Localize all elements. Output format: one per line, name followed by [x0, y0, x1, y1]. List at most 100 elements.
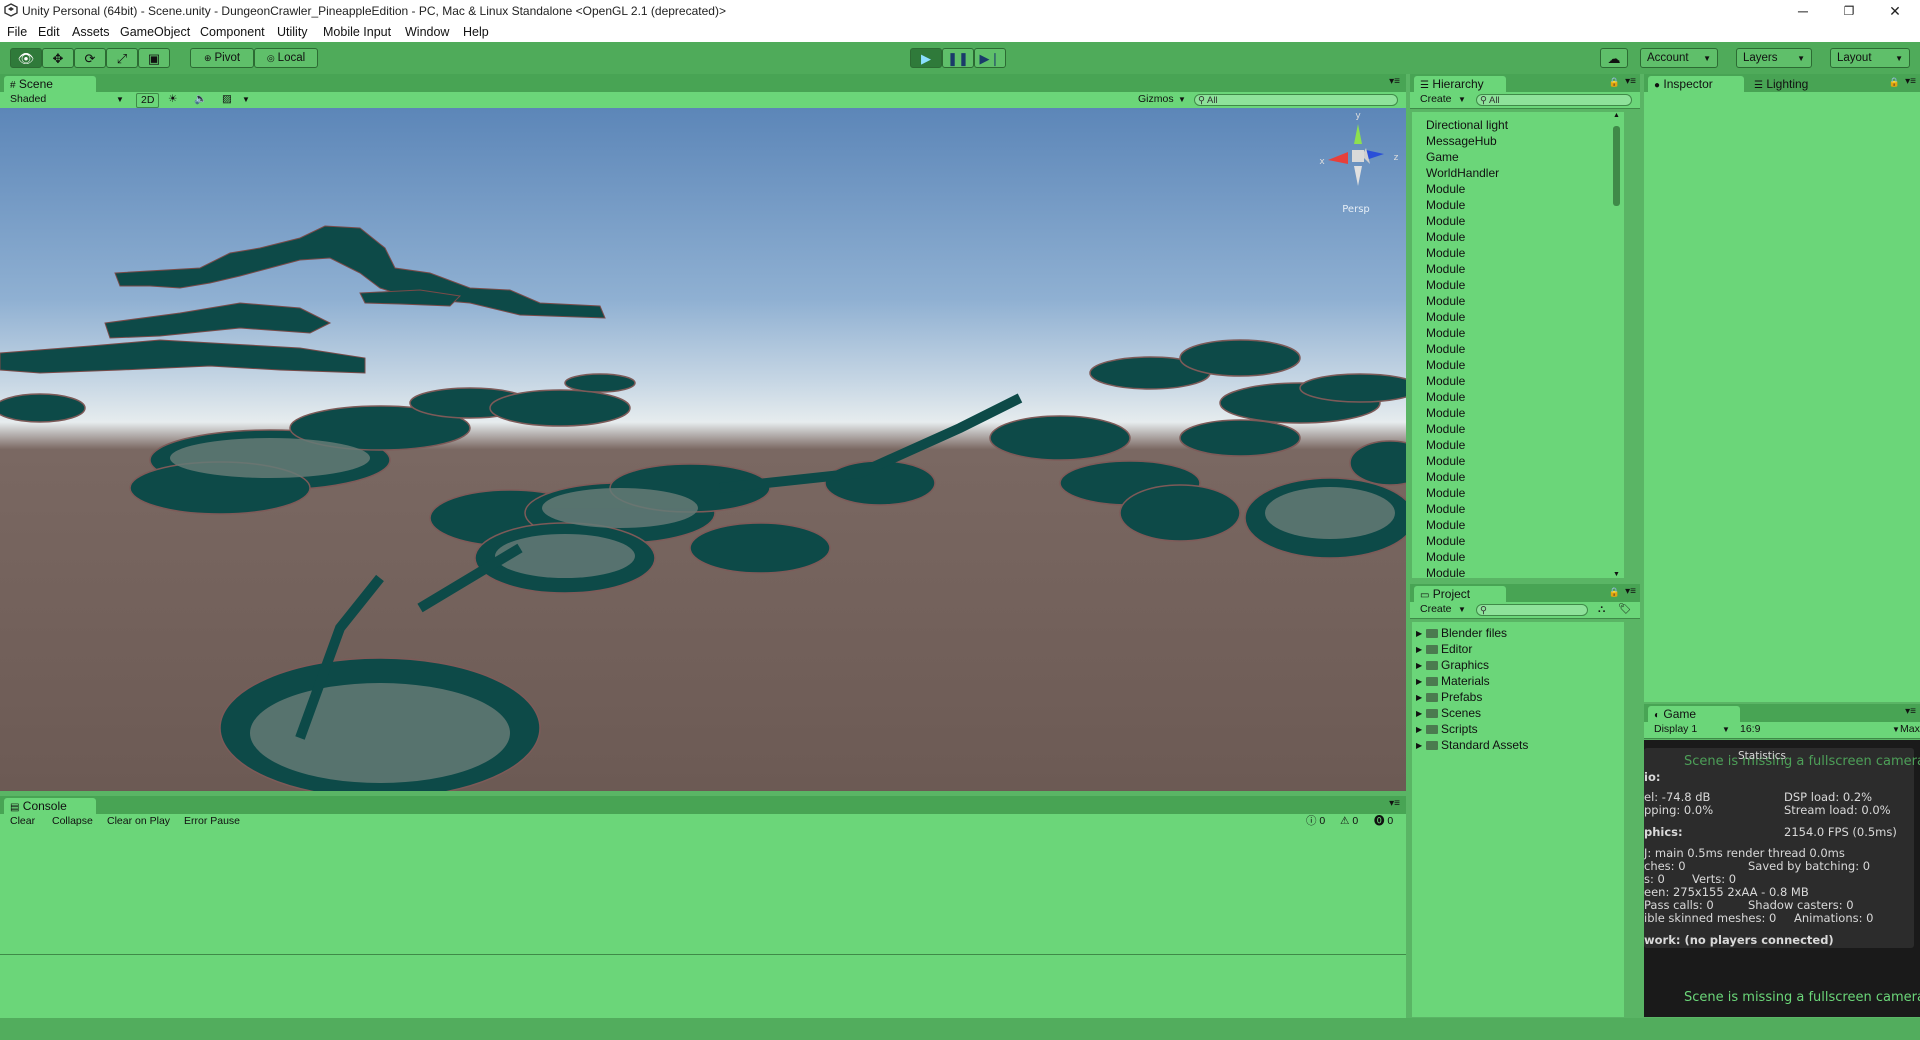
project-create-dropdown[interactable]: Create: [1420, 603, 1452, 616]
expand-arrow-icon[interactable]: ▶: [1416, 629, 1422, 638]
console-error-pause-button[interactable]: Error Pause: [184, 815, 240, 828]
hierarchy-item[interactable]: WorldHandler: [1426, 166, 1499, 180]
expand-arrow-icon[interactable]: ▶: [1416, 725, 1422, 734]
hierarchy-item[interactable]: Directional light: [1426, 118, 1508, 132]
tab-lighting[interactable]: ☰ Lighting: [1748, 76, 1834, 92]
tab-game[interactable]: ◐ Game: [1648, 706, 1740, 722]
tab-project[interactable]: ▭ Project: [1414, 586, 1506, 602]
rotate-tool-button[interactable]: ⟳: [74, 48, 106, 68]
aspect-dropdown[interactable]: 16:9: [1740, 723, 1760, 736]
scroll-down-icon[interactable]: ▼: [1613, 571, 1620, 578]
hierarchy-item[interactable]: Module: [1426, 310, 1465, 324]
move-tool-button[interactable]: ✥: [42, 48, 74, 68]
restore-button[interactable]: ❐: [1826, 0, 1872, 22]
hierarchy-item[interactable]: Module: [1426, 358, 1465, 372]
account-dropdown[interactable]: Account ▼: [1640, 48, 1718, 68]
hierarchy-item[interactable]: Module: [1426, 390, 1465, 404]
project-folder-tree[interactable]: ▶ Blender files ▶ Editor ▶ Graphics ▶ Materials…: [1412, 622, 1624, 1017]
minimize-button[interactable]: ─: [1780, 0, 1826, 22]
hierarchy-item[interactable]: Module: [1426, 182, 1465, 196]
info-filter-toggle[interactable]: ⓘ 0: [1306, 815, 1325, 828]
hierarchy-item[interactable]: Module: [1426, 502, 1465, 516]
panel-menu-icon[interactable]: ▾≡: [1389, 76, 1400, 87]
hierarchy-item[interactable]: Module: [1426, 566, 1465, 578]
close-button[interactable]: ✕: [1872, 0, 1918, 22]
hierarchy-item[interactable]: Module: [1426, 406, 1465, 420]
menu-mobile-input[interactable]: Mobile Input: [323, 25, 391, 39]
lock-icon[interactable]: 🔒: [1609, 77, 1620, 88]
pivot-toggle[interactable]: ⊕ Pivot: [190, 48, 254, 68]
hierarchy-item[interactable]: MessageHub: [1426, 134, 1497, 148]
hierarchy-item[interactable]: Module: [1426, 326, 1465, 340]
layers-dropdown[interactable]: Layers ▼: [1736, 48, 1812, 68]
lock-icon[interactable]: 🔒: [1889, 77, 1900, 88]
maximize-on-play-toggle[interactable]: Max: [1900, 723, 1920, 736]
hierarchy-item[interactable]: Module: [1426, 534, 1465, 548]
menu-utility[interactable]: Utility: [277, 25, 308, 39]
hierarchy-item[interactable]: Game: [1426, 150, 1459, 164]
console-clear-button[interactable]: Clear: [10, 815, 35, 828]
project-folder-item[interactable]: ▶ Graphics: [1416, 658, 1489, 672]
menu-assets[interactable]: Assets: [72, 25, 110, 39]
panel-menu-icon[interactable]: ▾≡: [1905, 76, 1916, 87]
scene-lighting-icon[interactable]: ☀: [168, 93, 177, 106]
scene-audio-icon[interactable]: 🔈: [194, 93, 207, 106]
hierarchy-list[interactable]: Directional light MessageHub Game WorldHand…: [1412, 112, 1624, 578]
hierarchy-create-dropdown[interactable]: Create: [1420, 93, 1452, 106]
hierarchy-item[interactable]: Module: [1426, 262, 1465, 276]
scale-tool-button[interactable]: ⤢: [106, 48, 138, 68]
filter-by-label-icon[interactable]: 🏷: [1618, 603, 1631, 616]
project-folder-item[interactable]: ▶ Materials: [1416, 674, 1490, 688]
hand-tool-button[interactable]: 👁: [10, 48, 42, 68]
hierarchy-item[interactable]: Module: [1426, 198, 1465, 212]
tab-scene[interactable]: # Scene: [4, 76, 96, 92]
panel-menu-icon[interactable]: ▾≡: [1625, 76, 1636, 87]
hierarchy-item[interactable]: Module: [1426, 454, 1465, 468]
scene-effects-icon[interactable]: ▨: [222, 93, 232, 106]
tab-console[interactable]: ▤ Console: [4, 798, 96, 814]
persp-label[interactable]: Persp: [1342, 204, 1370, 215]
hierarchy-search-input[interactable]: ⚲ All: [1476, 94, 1632, 106]
collab-button[interactable]: ☁: [1600, 48, 1628, 68]
lock-icon[interactable]: 🔒: [1609, 587, 1620, 598]
panel-menu-icon[interactable]: ▾≡: [1389, 798, 1400, 809]
panel-menu-icon[interactable]: ▾≡: [1625, 586, 1636, 597]
console-clear-on-play-button[interactable]: Clear on Play: [107, 815, 170, 828]
project-search-input[interactable]: ⚲: [1476, 604, 1588, 616]
hierarchy-item[interactable]: Module: [1426, 422, 1465, 436]
menu-help[interactable]: Help: [463, 25, 489, 39]
hierarchy-item[interactable]: Module: [1426, 230, 1465, 244]
tab-inspector[interactable]: ● Inspector: [1648, 76, 1744, 92]
hierarchy-item[interactable]: Module: [1426, 278, 1465, 292]
step-button[interactable]: ▶❘: [974, 48, 1006, 68]
hierarchy-item[interactable]: Module: [1426, 374, 1465, 388]
play-button[interactable]: ▶: [910, 48, 942, 68]
hierarchy-item[interactable]: Module: [1426, 550, 1465, 564]
menu-component[interactable]: Component: [200, 25, 265, 39]
warning-filter-toggle[interactable]: ⚠ 0: [1340, 815, 1358, 828]
hierarchy-item[interactable]: Module: [1426, 246, 1465, 260]
hierarchy-item[interactable]: Module: [1426, 470, 1465, 484]
hierarchy-item[interactable]: Module: [1426, 214, 1465, 228]
hierarchy-scrollbar[interactable]: ▲ ▼: [1612, 112, 1622, 578]
hierarchy-item[interactable]: Module: [1426, 294, 1465, 308]
hierarchy-item[interactable]: Module: [1426, 342, 1465, 356]
project-folder-item[interactable]: ▶ Scenes: [1416, 706, 1481, 720]
tab-hierarchy[interactable]: ☰ Hierarchy: [1414, 76, 1506, 92]
hierarchy-item[interactable]: Module: [1426, 518, 1465, 532]
project-folder-item[interactable]: ▶ Standard Assets: [1416, 738, 1528, 752]
menu-window[interactable]: Window: [405, 25, 449, 39]
project-folder-item[interactable]: ▶ Blender files: [1416, 626, 1507, 640]
hierarchy-item[interactable]: Module: [1426, 486, 1465, 500]
menu-edit[interactable]: Edit: [38, 25, 60, 39]
rect-tool-button[interactable]: ▣: [138, 48, 170, 68]
mode-2d-toggle[interactable]: 2D: [136, 93, 160, 108]
project-folder-item[interactable]: ▶ Editor: [1416, 642, 1472, 656]
scene-viewport[interactable]: y x z Persp: [0, 108, 1406, 791]
pause-button[interactable]: ❚❚: [942, 48, 974, 68]
gizmos-dropdown[interactable]: Gizmos: [1138, 93, 1174, 106]
menu-gameobject[interactable]: GameObject: [120, 25, 190, 39]
console-collapse-button[interactable]: Collapse: [52, 815, 93, 828]
expand-arrow-icon[interactable]: ▶: [1416, 741, 1422, 750]
expand-arrow-icon[interactable]: ▶: [1416, 645, 1422, 654]
